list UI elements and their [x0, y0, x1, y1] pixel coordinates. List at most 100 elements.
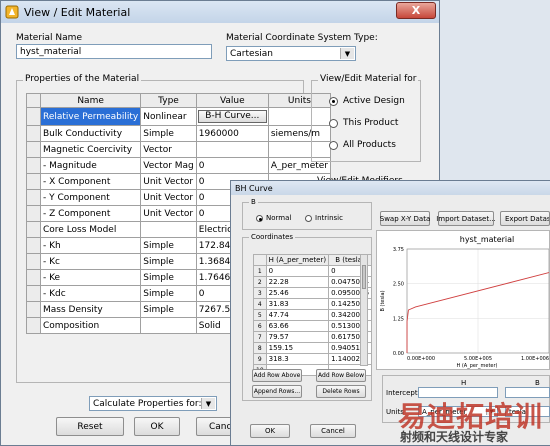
column-header-h[interactable]: H (A_per_meter)	[265, 254, 330, 266]
property-value[interactable]: B-H Curve...	[195, 107, 269, 126]
h-value[interactable]: 25.46	[265, 287, 330, 299]
property-row[interactable]: Bulk Conductivity Simple 1960000 siemens/m	[26, 125, 332, 142]
coordinate-row[interactable]: 8 159.15 0.94051	[253, 342, 372, 354]
property-name[interactable]: Bulk Conductivity	[39, 125, 142, 142]
radio-all-products[interactable]: All Products	[329, 140, 396, 150]
coord-system-select[interactable]: Cartesian ▼	[226, 46, 356, 61]
property-type[interactable]: Simple	[140, 253, 197, 270]
coordinate-row[interactable]: 4 31.83 0.142502	[253, 298, 372, 310]
property-name[interactable]: Mass Density	[39, 301, 142, 318]
property-name[interactable]: - Kdc	[39, 285, 142, 302]
row-selector[interactable]	[26, 157, 41, 174]
property-type[interactable]: Unit Vector	[140, 173, 197, 190]
property-name[interactable]: - Z Component	[39, 205, 142, 222]
h-value[interactable]: 31.83	[265, 298, 330, 310]
swap-xy-button[interactable]: Swap X-Y Data	[380, 211, 430, 226]
row-selector[interactable]	[26, 141, 41, 158]
row-selector[interactable]	[26, 253, 41, 270]
reset-button[interactable]: Reset	[56, 417, 124, 436]
row-number: 8	[253, 342, 267, 354]
property-name[interactable]: - Y Component	[39, 189, 142, 206]
coordinate-row[interactable]: 6 63.66 0.513004	[253, 320, 372, 332]
row-selector[interactable]	[26, 205, 41, 222]
material-name-input[interactable]: hyst_material	[16, 44, 212, 59]
property-type[interactable]	[140, 317, 197, 334]
radio-active-design[interactable]: Active Design	[329, 96, 405, 106]
scrollbar-thumb[interactable]	[362, 265, 366, 289]
coordinate-row[interactable]: 7 79.57 0.617505	[253, 331, 372, 343]
y-tick-label: 3.75	[393, 247, 404, 253]
h-value[interactable]: 47.74	[265, 309, 330, 321]
append-rows-button[interactable]: Append Rows...	[252, 385, 302, 398]
property-type[interactable]: Simple	[140, 285, 197, 302]
coordinate-row[interactable]: 100	[253, 265, 372, 277]
h-value[interactable]: 159.15	[265, 342, 330, 354]
coordinate-row[interactable]: 2 22.28 0.0475014	[253, 276, 372, 288]
property-name[interactable]: - X Component	[39, 173, 142, 190]
column-header-type[interactable]: Type	[140, 93, 197, 108]
property-value[interactable]: 1960000	[195, 125, 269, 142]
row-selector[interactable]	[26, 189, 41, 206]
property-type[interactable]: Unit Vector	[140, 189, 197, 206]
h-value[interactable]: 0	[265, 265, 330, 277]
property-name[interactable]: - Kh	[39, 237, 142, 254]
radio-this-product[interactable]: This Product	[329, 118, 398, 128]
delete-rows-button[interactable]: Delete Rows	[316, 385, 366, 398]
row-selector[interactable]	[26, 317, 41, 334]
property-type[interactable]: Vector Mag	[140, 157, 197, 174]
h-value[interactable]: 318.3	[265, 353, 330, 365]
radio-intrinsic[interactable]: Intrinsic	[305, 214, 343, 222]
coord-system-label: Material Coordinate System Type:	[226, 33, 378, 43]
row-selector[interactable]	[26, 269, 41, 286]
close-button[interactable]: X	[396, 2, 436, 19]
radio-normal[interactable]: Normal	[256, 214, 291, 222]
property-value[interactable]	[195, 141, 269, 158]
property-type[interactable]	[140, 221, 197, 238]
row-selector[interactable]	[26, 237, 41, 254]
row-selector[interactable]	[26, 301, 41, 318]
property-name[interactable]: Magnetic Coercivity	[39, 141, 142, 158]
row-selector[interactable]	[26, 285, 41, 302]
export-dataset-button[interactable]: Export Dataset...	[500, 211, 550, 226]
coordinates-scrollbar[interactable]	[360, 254, 368, 366]
property-name[interactable]: Core Loss Model	[39, 221, 142, 238]
add-row-above-button[interactable]: Add Row Above	[252, 369, 302, 382]
property-row[interactable]: Magnetic Coercivity Vector	[26, 141, 332, 158]
column-header-value[interactable]: Value	[195, 93, 269, 108]
ok-button[interactable]: OK	[134, 417, 180, 436]
coordinate-row[interactable]: 5 47.74 0.342003	[253, 309, 372, 321]
row-selector[interactable]	[26, 107, 41, 126]
column-header-name[interactable]: Name	[39, 93, 142, 108]
row-selector[interactable]	[26, 125, 41, 142]
property-name[interactable]: Relative Permeability	[39, 107, 142, 126]
property-type[interactable]: Unit Vector	[140, 205, 197, 222]
property-row[interactable]: - Magnitude Vector Mag 0 A_per_meter	[26, 157, 332, 174]
property-value[interactable]: 0	[195, 157, 269, 174]
x-tick-label: 5.00E+005	[464, 356, 492, 362]
h-value[interactable]: 79.57	[265, 331, 330, 343]
row-selector[interactable]	[26, 221, 41, 238]
property-name[interactable]: - Magnitude	[39, 157, 142, 174]
import-dataset-button[interactable]: Import Dataset...	[436, 211, 496, 226]
property-type[interactable]: Simple	[140, 269, 197, 286]
row-selector[interactable]	[26, 173, 41, 190]
coordinate-row[interactable]: 3 25.46 0.0950016	[253, 287, 372, 299]
property-name[interactable]: - Kc	[39, 253, 142, 270]
property-type[interactable]: Simple	[140, 301, 197, 318]
bh-cancel-button[interactable]: Cancel	[310, 424, 356, 438]
property-name[interactable]: - Ke	[39, 269, 142, 286]
row-number: 1	[253, 265, 267, 277]
bh-curve-button[interactable]: B-H Curve...	[197, 110, 267, 123]
h-value[interactable]: 63.66	[265, 320, 330, 332]
calculate-properties-select[interactable]: Calculate Properties for: ▼	[89, 396, 217, 411]
property-type[interactable]: Simple	[140, 237, 197, 254]
property-type[interactable]: Simple	[140, 125, 197, 142]
property-name[interactable]: Composition	[39, 317, 142, 334]
coordinate-row[interactable]: 9 318.3 1.14002	[253, 353, 372, 365]
property-row[interactable]: Relative Permeability Nonlinear B-H Curve.…	[26, 107, 332, 126]
bh-ok-button[interactable]: OK	[250, 424, 290, 438]
h-value[interactable]: 22.28	[265, 276, 330, 288]
property-type[interactable]: Vector	[140, 141, 197, 158]
add-row-below-button[interactable]: Add Row Below	[316, 369, 366, 382]
property-type[interactable]: Nonlinear	[140, 107, 197, 126]
